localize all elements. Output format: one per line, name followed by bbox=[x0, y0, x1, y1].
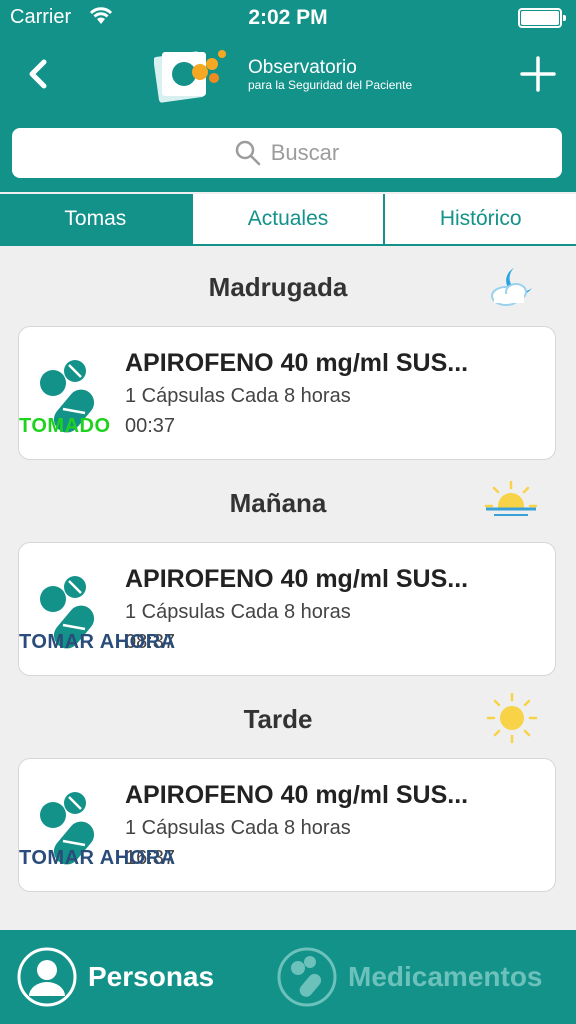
bottom-tab-bar: Personas Medicamentos bbox=[0, 930, 576, 1024]
tab-personas-label: Personas bbox=[88, 961, 215, 992]
status-taken-label: TOMADO bbox=[19, 415, 111, 437]
battery-icon bbox=[518, 8, 566, 28]
app-header: Carrier 2:02 PM Observatorio para la Seg… bbox=[0, 0, 576, 192]
section-title-madrugada: Madrugada bbox=[208, 272, 348, 302]
medication-card[interactable]: APIROFENO 40 mg/ml SUS... 1 Cápsulas Cad… bbox=[18, 758, 556, 892]
search-input[interactable]: Buscar bbox=[12, 128, 562, 178]
search-icon bbox=[235, 140, 260, 166]
sun-icon bbox=[484, 690, 540, 746]
medication-dose: 1 Cápsulas Cada 8 horas bbox=[125, 817, 351, 839]
moon-cloud-icon bbox=[484, 262, 540, 318]
section-title-manana: Mañana bbox=[229, 488, 327, 518]
add-button[interactable] bbox=[518, 54, 558, 94]
tab-personas[interactable]: Personas bbox=[16, 930, 214, 1024]
take-now-button[interactable]: TOMAR AHORA bbox=[19, 631, 576, 667]
navigation-bar: Observatorio para la Seguridad del Pacie… bbox=[0, 40, 576, 116]
medication-dose: 1 Cápsulas Cada 8 horas bbox=[125, 385, 351, 407]
medication-name: APIROFENO 40 mg/ml SUS... bbox=[125, 565, 469, 593]
brand-subtitle: para la Seguridad del Paciente bbox=[248, 78, 413, 92]
medication-dose: 1 Cápsulas Cada 8 horas bbox=[125, 601, 351, 623]
status-bar: Carrier 2:02 PM bbox=[0, 0, 576, 36]
brand-title: Observatorio bbox=[248, 57, 357, 78]
sunrise-icon bbox=[482, 478, 540, 534]
medication-name: APIROFENO 40 mg/ml SUS... bbox=[125, 349, 469, 377]
tab-historico[interactable]: Histórico bbox=[385, 194, 576, 244]
section-title-tarde: Tarde bbox=[243, 704, 313, 734]
segmented-tabs: Tomas Actuales Histórico bbox=[0, 194, 576, 246]
take-now-button[interactable]: TOMAR AHORA bbox=[19, 847, 576, 883]
tab-medicamentos[interactable]: Medicamentos bbox=[276, 930, 543, 1024]
back-button[interactable] bbox=[20, 52, 60, 96]
status-time: 2:02 PM bbox=[248, 6, 328, 29]
search-placeholder: Buscar bbox=[270, 140, 340, 165]
pill-icon bbox=[277, 947, 337, 1007]
tab-actuales[interactable]: Actuales bbox=[193, 194, 386, 244]
app-logo bbox=[153, 46, 234, 106]
medication-name: APIROFENO 40 mg/ml SUS... bbox=[125, 781, 469, 809]
person-icon bbox=[17, 947, 77, 1007]
medication-card[interactable]: APIROFENO 40 mg/ml SUS... 1 Cápsulas Cad… bbox=[18, 542, 556, 676]
plus-icon bbox=[520, 56, 556, 92]
brand-text: Observatorio para la Seguridad del Pacie… bbox=[248, 57, 413, 93]
tab-medicamentos-label: Medicamentos bbox=[348, 961, 543, 992]
medication-card[interactable]: APIROFENO 40 mg/ml SUS... 1 Cápsulas Cad… bbox=[18, 326, 556, 460]
chevron-left-icon bbox=[29, 59, 47, 89]
tab-tomas[interactable]: Tomas bbox=[0, 194, 193, 244]
